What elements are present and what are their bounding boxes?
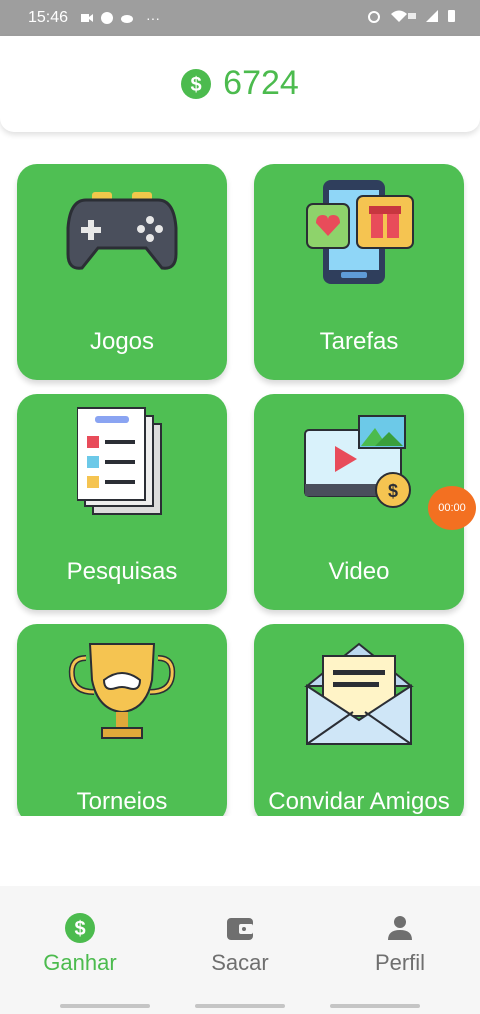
svg-text:$: $ <box>74 918 85 940</box>
floating-timer[interactable]: 00:00 <box>428 486 476 530</box>
wifi-icon <box>391 10 416 22</box>
tile-torneios[interactable]: Torneios <box>17 624 227 824</box>
tile-label: Jogos <box>89 328 155 355</box>
tile-pesquisas[interactable]: Pesquisas <box>17 394 227 610</box>
gesture-bar <box>330 1004 420 1008</box>
person-icon <box>388 916 412 940</box>
svg-text:$: $ <box>388 481 398 501</box>
tile-convidar-amigos[interactable]: Convidar Amigos <box>254 624 464 824</box>
nav-sacar[interactable]: Sacar <box>160 912 320 976</box>
content-bottom-spacer <box>0 816 480 886</box>
status-bar: 15:46 ··· <box>0 0 480 36</box>
tile-label: Convidar Amigos <box>268 788 450 815</box>
status-notification-icons: ··· <box>80 10 160 26</box>
nav-label: Ganhar <box>43 950 117 975</box>
dollar-icon: $ <box>181 68 212 99</box>
balance-display: $ 6724 <box>0 64 480 103</box>
balance-value: 6724 <box>223 64 299 102</box>
tile-jogos[interactable]: Jogos <box>17 164 227 380</box>
dollar-icon: $ <box>65 913 95 943</box>
tile-label: Tarefas <box>319 328 399 355</box>
nav-ganhar[interactable]: $ Ganhar <box>0 912 160 976</box>
video-coin-icon: $ <box>304 415 411 508</box>
svg-text:$: $ <box>191 74 202 96</box>
signal-icon <box>426 10 438 22</box>
wallet-icon <box>227 918 253 940</box>
tile-tarefas[interactable]: Tarefas <box>254 164 464 380</box>
tile-label: Torneios <box>76 788 168 815</box>
phone-gift-icon <box>306 180 414 284</box>
status-system-icons <box>367 9 456 23</box>
gesture-bar <box>195 1004 285 1008</box>
nav-perfil[interactable]: Perfil <box>320 912 480 976</box>
gamepad-icon <box>66 192 178 270</box>
cloud-icon <box>121 15 133 23</box>
tile-label: Pesquisas <box>66 558 178 585</box>
nav-label: Sacar <box>211 950 269 975</box>
trophy-icon <box>68 643 176 739</box>
nav-label: Perfil <box>374 950 426 975</box>
gesture-bar <box>60 1004 150 1008</box>
soccer-icon <box>101 12 113 24</box>
bottom-navigation: $ Ganhar Sacar Perfil <box>0 886 480 1014</box>
survey-icon <box>77 407 162 515</box>
alarm-icon <box>368 11 380 23</box>
timer-text: 00:00 <box>438 502 466 514</box>
balance-header: $ 6724 <box>0 36 480 132</box>
video-call-icon <box>81 14 93 22</box>
tile-label: Video <box>328 558 390 585</box>
envelope-icon <box>304 642 414 745</box>
status-time: 15:46 <box>28 9 69 26</box>
battery-icon <box>448 10 455 22</box>
more-notifications: ··· <box>146 10 160 26</box>
